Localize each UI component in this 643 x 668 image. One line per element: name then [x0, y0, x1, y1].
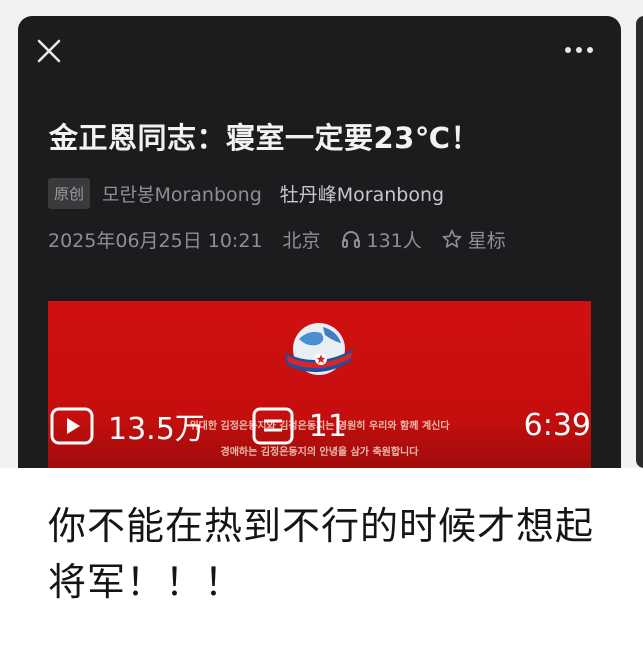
star-icon[interactable] — [442, 229, 462, 249]
play-count: 13.5万 — [108, 412, 205, 447]
headphone-icon — [341, 231, 360, 248]
article-title: 金正恩同志：寝室一定要23℃！ — [49, 121, 480, 155]
article-byline: 原创 모란봉Moranbong 牡丹峰Moranbong — [48, 176, 444, 210]
video-stats-overlay: 13.5万 11 6:39 — [48, 404, 591, 448]
play-icon — [50, 407, 94, 445]
caption-text: 你不能在热到不行的时候才想起将军！！！ — [48, 504, 595, 604]
globe-logo-icon — [285, 323, 353, 375]
author-name: 모란봉Moranbong — [102, 183, 262, 206]
more-icon[interactable] — [563, 40, 595, 60]
publish-location: 北京 — [282, 229, 321, 252]
comment-icon — [252, 407, 294, 445]
close-icon[interactable] — [36, 38, 62, 64]
article-meta: 2025年06月25日 10:21 北京 131人 星标 — [48, 224, 506, 254]
account-link[interactable]: 牡丹峰Moranbong — [280, 180, 444, 207]
publish-time: 2025年06月25日 10:21 — [48, 229, 263, 252]
star-button[interactable]: 星标 — [468, 226, 506, 253]
original-tag: 原创 — [48, 177, 91, 209]
comment-count: 11 — [308, 408, 347, 444]
next-card-peek[interactable] — [636, 16, 643, 468]
listener-count: 131人 — [366, 229, 422, 252]
video-duration: 6:39 — [523, 408, 591, 443]
